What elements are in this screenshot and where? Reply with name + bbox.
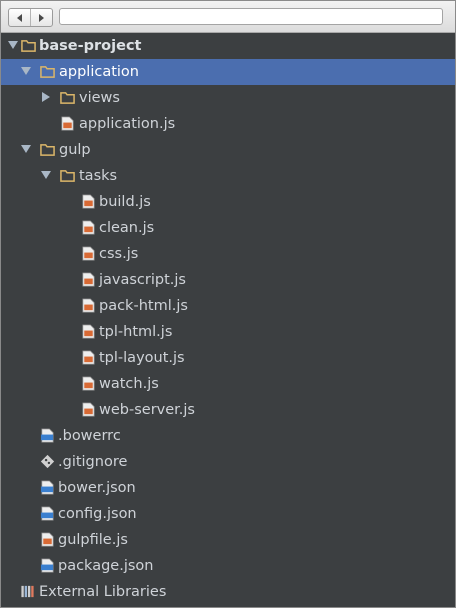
tree-item-task-file[interactable]: pack-html.js (1, 293, 455, 319)
js-file-icon (82, 402, 95, 417)
tree-item-task-file[interactable]: build.js (1, 189, 455, 215)
tree-item-label: build.js (99, 194, 151, 210)
tree-item-label: .gitignore (58, 454, 128, 470)
js-file-icon (82, 350, 95, 365)
tree-item-label: base-project (39, 38, 142, 54)
js-file-icon (61, 116, 74, 131)
tree-item-label: application.js (79, 116, 176, 132)
folder-icon (21, 40, 36, 52)
tree-item-label: package.json (58, 558, 154, 574)
tree-item-label: application (59, 64, 139, 80)
tree-item-task-file[interactable]: tpl-html.js (1, 319, 455, 345)
tree-item-external-libraries[interactable]: External Libraries (1, 579, 455, 605)
tree-item-label: css.js (99, 246, 139, 262)
tree-item-gitignore[interactable]: .gitignore (1, 449, 455, 475)
tree-item-gulpfile-js[interactable]: gulpfile.js (1, 527, 455, 553)
folder-icon (40, 66, 55, 78)
expand-arrow-icon[interactable] (8, 41, 18, 49)
js-file-icon (82, 246, 95, 261)
expand-arrow-icon[interactable] (21, 67, 31, 75)
expand-arrow-icon[interactable] (41, 171, 51, 179)
tree-item-gulp[interactable]: gulp (1, 137, 455, 163)
navigation-toolbar (1, 1, 455, 33)
project-window: base-project application views applicati… (0, 0, 456, 608)
tree-item-label: pack-html.js (99, 298, 188, 314)
folder-icon (60, 92, 75, 104)
forward-arrow-icon (39, 13, 44, 22)
back-button[interactable] (9, 9, 30, 26)
js-file-icon (82, 376, 95, 391)
tree-item-config-json[interactable]: config.json (1, 501, 455, 527)
js-file-icon (82, 194, 95, 209)
tree-item-label: bower.json (58, 480, 136, 496)
nav-button-group (8, 8, 53, 27)
json-file-icon (40, 428, 54, 443)
tree-item-label: gulpfile.js (58, 532, 128, 548)
tree-item-bower-json[interactable]: bower.json (1, 475, 455, 501)
tree-item-task-file[interactable]: clean.js (1, 215, 455, 241)
js-file-icon (82, 324, 95, 339)
back-arrow-icon (17, 13, 22, 22)
tree-item-application-js[interactable]: application.js (1, 111, 455, 137)
tree-item-label: clean.js (99, 220, 155, 236)
tree-item-label: javascript.js (99, 272, 186, 288)
json-file-icon (40, 506, 54, 521)
forward-button[interactable] (30, 9, 52, 26)
tree-item-label: External Libraries (39, 584, 167, 600)
tree-item-application[interactable]: application (1, 59, 455, 85)
tree-item-task-file[interactable]: tpl-layout.js (1, 345, 455, 371)
js-file-icon (82, 298, 95, 313)
tree-item-bowerrc[interactable]: .bowerrc (1, 423, 455, 449)
expand-arrow-icon[interactable] (21, 145, 31, 153)
tree-item-label: config.json (58, 506, 137, 522)
address-field[interactable] (59, 8, 443, 25)
tree-item-label: watch.js (99, 376, 159, 392)
folder-icon (60, 170, 75, 182)
tree-item-package-json[interactable]: package.json (1, 553, 455, 579)
tree-item-label: gulp (59, 142, 91, 158)
tree-item-label: .bowerrc (58, 428, 121, 444)
collapsed-arrow-icon[interactable] (42, 92, 50, 102)
folder-icon (40, 144, 55, 156)
tree-item-task-file[interactable]: watch.js (1, 371, 455, 397)
js-file-icon (82, 220, 95, 235)
tree-item-task-file[interactable]: web-server.js (1, 397, 455, 423)
tree-item-task-file[interactable]: css.js (1, 241, 455, 267)
git-file-icon (40, 454, 55, 469)
js-file-icon (41, 532, 54, 547)
tree-item-label: tpl-layout.js (99, 350, 185, 366)
tree-item-base-project[interactable]: base-project (1, 33, 455, 59)
json-file-icon (40, 558, 54, 573)
tree-item-label: tpl-html.js (99, 324, 173, 340)
library-icon (21, 585, 34, 598)
json-file-icon (40, 480, 54, 495)
tree-item-label: web-server.js (99, 402, 195, 418)
tree-item-label: tasks (79, 168, 118, 184)
tree-item-task-file[interactable]: javascript.js (1, 267, 455, 293)
tree-item-tasks[interactable]: tasks (1, 163, 455, 189)
js-file-icon (82, 272, 95, 287)
tree-item-views[interactable]: views (1, 85, 455, 111)
tree-item-label: views (79, 90, 120, 106)
